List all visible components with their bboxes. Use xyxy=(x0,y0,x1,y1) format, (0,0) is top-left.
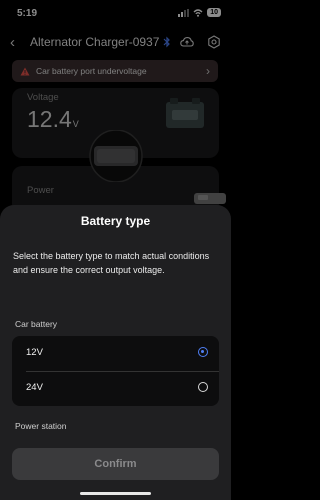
sheet-description: Select the battery type to match actual … xyxy=(13,251,210,275)
confirm-button[interactable]: Confirm xyxy=(12,448,219,480)
option-24v[interactable]: 24V xyxy=(12,371,219,406)
radio-selected-icon[interactable] xyxy=(198,347,208,357)
radio-unselected-icon[interactable] xyxy=(198,382,208,392)
home-indicator[interactable] xyxy=(80,492,151,495)
option-label: 12V xyxy=(26,347,43,358)
option-12v[interactable]: 12V xyxy=(12,336,219,372)
option-label: 24V xyxy=(26,382,43,393)
power-station-label: Power station xyxy=(15,421,67,431)
car-battery-options: 12V 24V xyxy=(12,336,219,406)
car-battery-label: Car battery xyxy=(15,319,58,329)
sheet-title: Battery type xyxy=(80,214,151,228)
